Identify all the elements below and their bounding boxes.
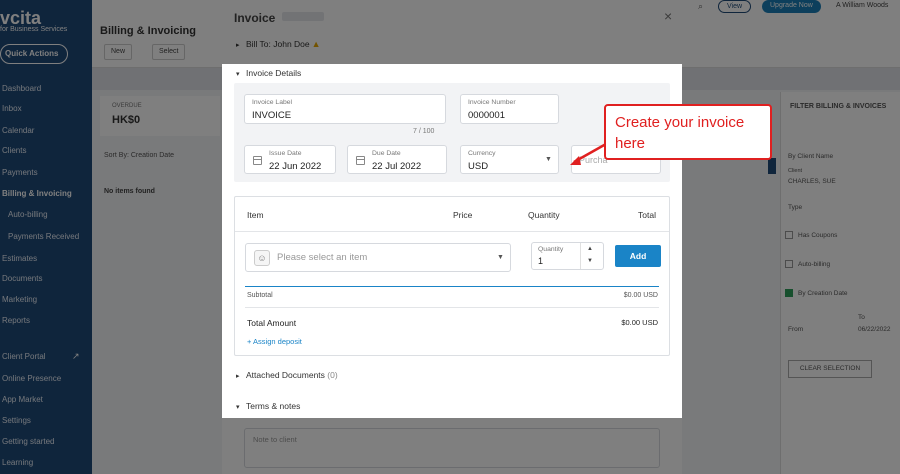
attached-documents-toggle[interactable]: ▸ Attached Documents (0) <box>236 370 338 380</box>
modal-title: Invoice <box>234 11 276 25</box>
divider <box>245 286 659 287</box>
terms-notes-label: Terms & notes <box>246 401 301 411</box>
column-price: Price <box>453 210 473 220</box>
caret-right-icon: ▸ <box>236 42 240 49</box>
character-counter: 7 / 100 <box>413 128 435 135</box>
note-placeholder: Note to client <box>253 435 297 444</box>
invoice-details-label: Invoice Details <box>246 68 302 78</box>
annotation-text: Create your invoice here <box>615 114 745 152</box>
invoice-modal: Invoice × ▸ Bill To: John Doe ▲ ▾ Invoice D… <box>222 0 682 474</box>
currency-value: USD <box>468 161 489 172</box>
issue-date-value: 22 Jun 2022 <box>269 161 322 172</box>
terms-notes-toggle[interactable]: ▾ Terms & notes <box>236 401 300 411</box>
currency-label: Currency <box>468 150 496 157</box>
invoice-details-toggle[interactable]: ▾ Invoice Details <box>236 68 301 78</box>
subtotal-value: $0.00 USD <box>623 292 658 299</box>
item-select-placeholder: Please select an item <box>277 252 368 263</box>
calendar-icon <box>253 156 262 165</box>
issue-date-field[interactable]: Issue Date 22 Jun 2022 <box>244 145 336 174</box>
column-total: Total <box>638 210 656 220</box>
column-item: Item <box>247 210 264 220</box>
caret-down-icon: ▾ <box>236 71 240 78</box>
issue-date-label: Issue Date <box>269 150 302 157</box>
increment-icon[interactable]: ▲ <box>587 246 593 252</box>
divider <box>245 307 659 308</box>
attached-documents-count: (0) <box>327 370 338 380</box>
line-items-section: Item Price Quantity Total ☺ Please selec… <box>234 196 670 356</box>
due-date-field[interactable]: Due Date 22 Jul 2022 <box>347 145 447 174</box>
invoice-label-field[interactable]: Invoice Label INVOICE <box>244 94 446 124</box>
modal-header: Invoice × <box>222 0 682 34</box>
bill-to-label: Bill To: John Doe <box>246 39 310 49</box>
assign-deposit-link[interactable]: + Assign deposit <box>247 337 302 346</box>
warning-icon: ▲ <box>311 39 321 49</box>
add-item-button[interactable]: Add <box>615 245 661 267</box>
chevron-down-icon: ▼ <box>497 254 504 261</box>
column-quantity: Quantity <box>528 210 560 220</box>
invoice-number-label: Invoice Number <box>468 99 516 106</box>
quantity-label: Quantity <box>538 246 564 253</box>
caret-right-icon: ▸ <box>236 373 240 380</box>
calendar-icon <box>356 156 365 165</box>
invoice-label-label: Invoice Label <box>252 99 293 106</box>
total-amount-label: Total Amount <box>247 318 297 328</box>
decrement-icon[interactable]: ▼ <box>587 258 593 264</box>
caret-down-icon: ▾ <box>236 404 240 411</box>
close-icon[interactable]: × <box>664 8 672 24</box>
currency-select[interactable]: Currency USD ▼ <box>460 145 559 174</box>
attached-documents-label: Attached Documents <box>246 370 325 380</box>
annotation-callout: Create your invoice here <box>604 104 772 160</box>
line-items-header: Item Price Quantity Total <box>235 197 669 232</box>
subtotal-label: Subtotal <box>247 292 273 299</box>
total-amount-value: $0.00 USD <box>621 318 658 327</box>
invoice-label-value: INVOICE <box>252 110 292 121</box>
stepper-divider <box>580 243 581 269</box>
item-icon: ☺ <box>254 250 270 266</box>
invoice-number-value: 0000001 <box>468 110 505 121</box>
item-select[interactable]: ☺ Please select an item ▼ <box>245 243 511 272</box>
note-to-client-field[interactable]: Note to client <box>244 428 660 468</box>
invoice-id-placeholder <box>282 12 324 21</box>
due-date-label: Due Date <box>372 150 401 157</box>
bill-to-toggle[interactable]: ▸ Bill To: John Doe ▲ <box>236 39 321 49</box>
due-date-value: 22 Jul 2022 <box>372 161 422 172</box>
quantity-stepper[interactable]: Quantity 1 ▲ ▼ <box>531 242 604 270</box>
quantity-value: 1 <box>538 256 544 266</box>
chevron-down-icon: ▼ <box>545 156 552 163</box>
invoice-number-field[interactable]: Invoice Number 0000001 <box>460 94 559 124</box>
